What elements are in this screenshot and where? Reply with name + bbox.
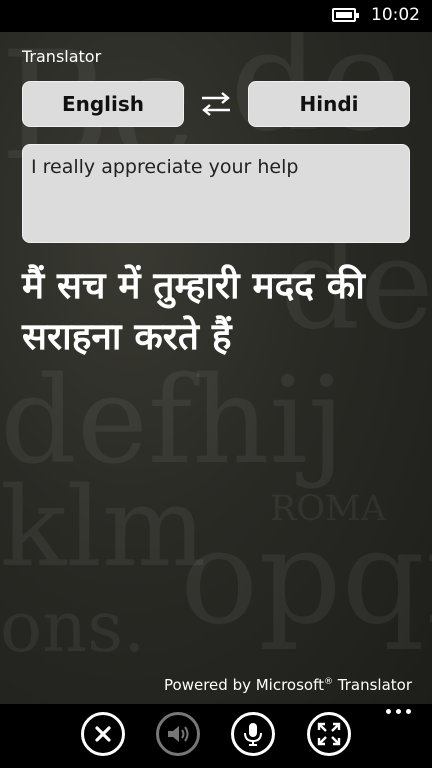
translated-text: मैं सच में तुम्हारी मदद की सराहना करते ह… — [22, 264, 365, 358]
more-icon[interactable] — [386, 709, 412, 717]
status-time: 10:02 — [371, 5, 420, 25]
fullscreen-button[interactable] — [307, 712, 351, 756]
source-language-button[interactable]: English — [22, 81, 184, 127]
app-title: Translator — [22, 47, 102, 66]
powered-by-prefix: Powered by Microsoft — [164, 676, 324, 694]
status-bar: 10:02 — [0, 0, 432, 32]
close-icon — [95, 726, 111, 742]
app-bar — [0, 704, 432, 768]
battery-icon — [332, 8, 359, 22]
source-text-input[interactable]: I really appreciate your help — [22, 144, 410, 243]
microphone-icon — [244, 723, 262, 746]
speak-button[interactable] — [156, 712, 200, 756]
background-texture: Bc de de defhij klm ROMA opqr ons. — [0, 32, 432, 704]
target-language-button[interactable]: Hindi — [248, 81, 410, 127]
speaker-icon — [168, 726, 189, 742]
registered-mark: ® — [324, 677, 333, 687]
powered-by-suffix: Translator — [333, 676, 412, 694]
fullscreen-icon — [317, 722, 341, 746]
microphone-button[interactable] — [231, 712, 275, 756]
swap-languages-icon[interactable] — [198, 90, 234, 118]
clear-button[interactable] — [81, 712, 125, 756]
powered-by-label: Powered by Microsoft® Translator — [164, 676, 412, 694]
